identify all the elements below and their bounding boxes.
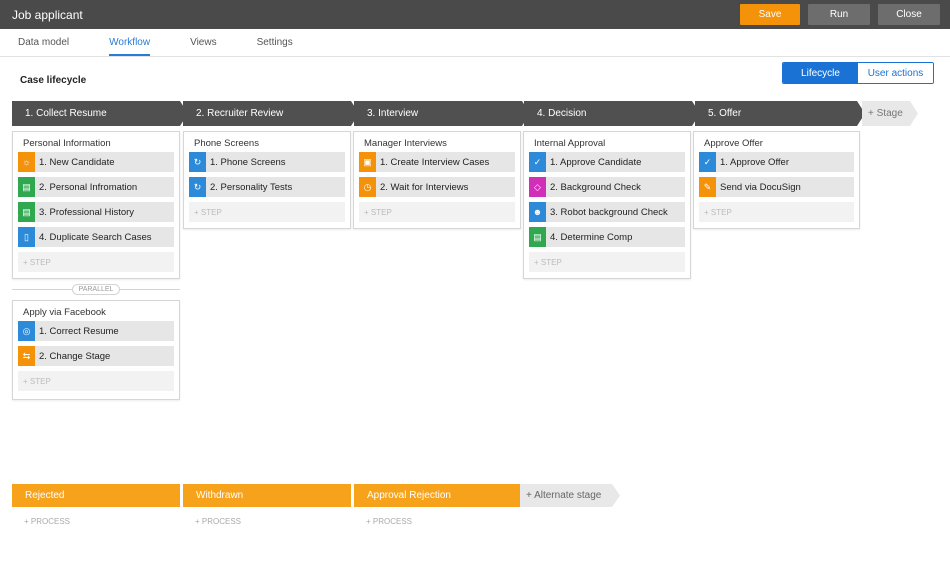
document-icon: ▯	[18, 227, 35, 247]
tab-data-model[interactable]: Data model	[18, 29, 69, 56]
lifecycle-toggle-button[interactable]: Lifecycle	[783, 63, 858, 83]
add-step-button[interactable]: + STEP	[699, 202, 854, 222]
process-apply-via-facebook: Apply via Facebook ◎ 1. Correct Resume ⇆…	[12, 300, 180, 400]
step-label: 1. New Candidate	[39, 156, 115, 168]
step-wait-for-interviews[interactable]: ◷ 2. Wait for Interviews	[359, 177, 515, 197]
form-icon: ▤	[529, 227, 546, 247]
checkmark-icon: ✓	[529, 152, 546, 172]
step-label: 2. Wait for Interviews	[380, 181, 469, 193]
step-approve-offer[interactable]: ✓ 1. Approve Offer	[699, 152, 854, 172]
form-icon: ▤	[18, 177, 35, 197]
process-personal-information: Personal Information ☼ 1. New Candidate …	[12, 131, 180, 279]
divider-line	[12, 289, 72, 290]
step-new-candidate[interactable]: ☼ 1. New Candidate	[18, 152, 174, 172]
parallel-divider: PARALLEL	[12, 284, 181, 295]
step-professional-history[interactable]: ▤ 3. Professional History	[18, 202, 174, 222]
parallel-label: PARALLEL	[71, 284, 121, 295]
step-personality-tests[interactable]: ↻ 2. Personality Tests	[189, 177, 345, 197]
step-label: 2. Personality Tests	[210, 181, 293, 193]
view-toggle: Lifecycle User actions	[782, 62, 934, 84]
step-change-stage[interactable]: ⇆ 2. Change Stage	[18, 346, 174, 366]
stage-interview[interactable]: 3. Interview	[354, 101, 530, 126]
briefcase-icon: ▣	[359, 152, 376, 172]
check-circle-icon: ◎	[18, 321, 35, 341]
process-name[interactable]: Approve Offer	[694, 132, 859, 152]
tab-bar: Data model Workflow Views Settings	[0, 29, 950, 57]
step-label: 3. Robot background Check	[550, 206, 668, 218]
add-step-button[interactable]: + STEP	[359, 202, 515, 222]
step-label: 1. Approve Offer	[720, 156, 790, 168]
process-approve-offer: Approve Offer ✓ 1. Approve Offer ✎ Send …	[693, 131, 860, 229]
process-internal-approval: Internal Approval ✓ 1. Approve Candidate…	[523, 131, 691, 279]
divider-line	[120, 289, 181, 290]
step-background-check[interactable]: ◇ 2. Background Check	[529, 177, 685, 197]
step-label: Send via DocuSign	[720, 181, 801, 193]
process-manager-interviews: Manager Interviews ▣ 1. Create Interview…	[353, 131, 521, 229]
step-label: 3. Professional History	[39, 206, 135, 218]
diamond-icon: ◇	[529, 177, 546, 197]
add-alternate-stage-button[interactable]: + Alternate stage	[520, 484, 620, 507]
alternate-stage-approval-rejection[interactable]: Approval Rejection	[354, 484, 521, 507]
step-personal-information[interactable]: ▤ 2. Personal Infromation	[18, 177, 174, 197]
lightbulb-icon: ☼	[18, 152, 35, 172]
tab-views[interactable]: Views	[190, 29, 217, 56]
tab-workflow[interactable]: Workflow	[109, 29, 151, 56]
alternate-stage-withdrawn[interactable]: Withdrawn	[183, 484, 351, 507]
step-duplicate-search-cases[interactable]: ▯ 4. Duplicate Search Cases	[18, 227, 174, 247]
stage-offer[interactable]: 5. Offer	[695, 101, 865, 126]
step-determine-comp[interactable]: ▤ 4. Determine Comp	[529, 227, 685, 247]
run-button[interactable]: Run	[808, 4, 870, 25]
tab-settings[interactable]: Settings	[257, 29, 293, 56]
process-name[interactable]: Internal Approval	[524, 132, 690, 152]
add-process-button[interactable]: + PROCESS	[195, 517, 241, 526]
step-label: 2. Background Check	[550, 181, 641, 193]
add-stage-button[interactable]: + Stage	[862, 101, 918, 126]
step-label: 4. Determine Comp	[550, 231, 633, 243]
step-label: 4. Duplicate Search Cases	[39, 231, 152, 243]
close-button[interactable]: Close	[878, 4, 940, 25]
docusign-icon: ✎	[699, 177, 716, 197]
add-step-button[interactable]: + STEP	[189, 202, 345, 222]
step-approve-candidate[interactable]: ✓ 1. Approve Candidate	[529, 152, 685, 172]
refresh-icon: ↻	[189, 177, 206, 197]
step-robot-background-check[interactable]: ☻ 3. Robot background Check	[529, 202, 685, 222]
step-label: 2. Change Stage	[39, 350, 111, 362]
app-title: Job applicant	[12, 7, 83, 22]
step-label: 2. Personal Infromation	[39, 181, 138, 193]
save-button[interactable]: Save	[740, 4, 800, 25]
checkmark-icon: ✓	[699, 152, 716, 172]
process-phone-screens: Phone Screens ↻ 1. Phone Screens ↻ 2. Pe…	[183, 131, 351, 229]
refresh-icon: ↻	[189, 152, 206, 172]
process-name[interactable]: Phone Screens	[184, 132, 350, 152]
change-stage-icon: ⇆	[18, 346, 35, 366]
step-label: 1. Approve Candidate	[550, 156, 642, 168]
stage-decision[interactable]: 4. Decision	[524, 101, 700, 126]
form-icon: ▤	[18, 202, 35, 222]
step-label: 1. Create Interview Cases	[380, 156, 490, 168]
user-actions-toggle-button[interactable]: User actions	[858, 63, 933, 83]
add-process-button[interactable]: + PROCESS	[366, 517, 412, 526]
robot-icon: ☻	[529, 202, 546, 222]
add-step-button[interactable]: + STEP	[18, 252, 174, 272]
process-name[interactable]: Manager Interviews	[354, 132, 520, 152]
add-step-button[interactable]: + STEP	[18, 371, 174, 391]
add-step-button[interactable]: + STEP	[529, 252, 685, 272]
step-label: 1. Correct Resume	[39, 325, 119, 337]
step-phone-screens[interactable]: ↻ 1. Phone Screens	[189, 152, 345, 172]
process-name[interactable]: Personal Information	[13, 132, 179, 152]
step-send-via-docusign[interactable]: ✎ Send via DocuSign	[699, 177, 854, 197]
step-create-interview-cases[interactable]: ▣ 1. Create Interview Cases	[359, 152, 515, 172]
step-correct-resume[interactable]: ◎ 1. Correct Resume	[18, 321, 174, 341]
alternate-stage-rejected[interactable]: Rejected	[12, 484, 180, 507]
title-bar: Job applicant Save Run Close	[0, 0, 950, 29]
step-label: 1. Phone Screens	[210, 156, 286, 168]
clock-icon: ◷	[359, 177, 376, 197]
stage-collect-resume[interactable]: 1. Collect Resume	[12, 101, 188, 126]
stage-recruiter-review[interactable]: 2. Recruiter Review	[183, 101, 359, 126]
case-lifecycle-heading: Case lifecycle	[20, 75, 87, 86]
process-name[interactable]: Apply via Facebook	[13, 301, 179, 321]
add-process-button[interactable]: + PROCESS	[24, 517, 70, 526]
